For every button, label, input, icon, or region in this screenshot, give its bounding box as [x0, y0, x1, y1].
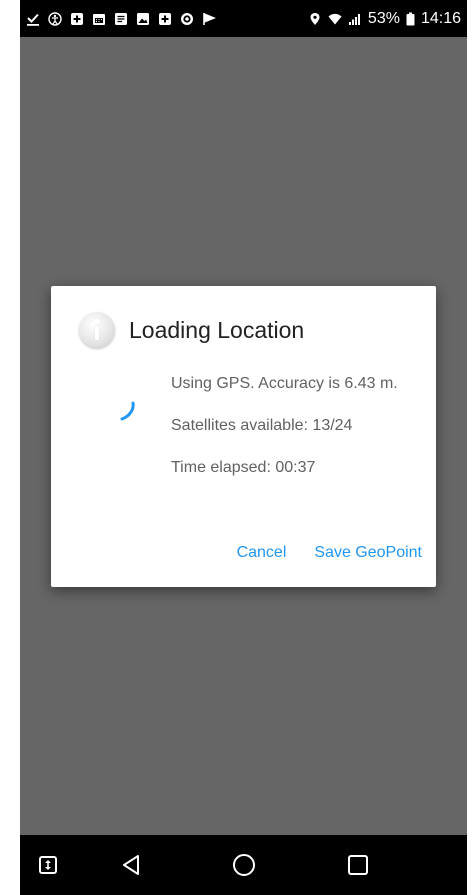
navigation-bar	[20, 835, 467, 895]
status-time: 14:16	[420, 9, 461, 27]
info-icon	[79, 312, 115, 348]
plus-box-icon	[158, 12, 172, 26]
info-icon-dot	[94, 319, 100, 324]
target-icon	[180, 12, 194, 26]
dialog-actions: Cancel Save GeoPoint	[223, 540, 436, 566]
home-icon[interactable]	[232, 853, 256, 877]
wifi-icon	[328, 12, 342, 26]
accuracy-text: Using GPS. Accuracy is 6.43 m.	[171, 375, 398, 392]
document-icon	[114, 12, 128, 26]
dialog-title: Loading Location	[129, 316, 305, 343]
status-bar: 53% 14:16	[20, 0, 467, 37]
calendar-icon	[92, 12, 106, 26]
info-icon-bar	[95, 326, 99, 340]
plus-box-icon	[70, 12, 84, 26]
dialog-header: Loading Location	[79, 312, 304, 348]
notification-icons	[26, 11, 216, 26]
image-icon	[136, 12, 150, 26]
accessibility-icon	[48, 11, 62, 26]
time-elapsed-text: Time elapsed: 00:37	[171, 459, 316, 476]
flag-icon	[202, 12, 216, 26]
progress-spinner-icon	[113, 398, 139, 424]
back-icon[interactable]	[119, 853, 143, 877]
satellites-text: Satellites available: 13/24	[171, 417, 353, 434]
battery-icon	[406, 12, 415, 26]
signal-icon	[348, 12, 362, 26]
recents-icon[interactable]	[346, 853, 370, 877]
save-geopoint-button[interactable]: Save GeoPoint	[300, 540, 436, 566]
battery-percent: 53%	[367, 9, 400, 27]
loading-location-dialog: Loading Location Using GPS. Accuracy is …	[51, 286, 436, 587]
dialog-message: Using GPS. Accuracy is 6.43 m. Satellite…	[171, 374, 421, 500]
phone-screen: 53% 14:16 Loading Location Using GPS. Ac…	[20, 0, 467, 895]
cancel-button[interactable]: Cancel	[223, 540, 301, 566]
location-pin-icon	[308, 12, 322, 26]
check-download-icon	[26, 12, 40, 26]
system-status: 53% 14:16	[308, 10, 461, 28]
expand-icon[interactable]	[36, 853, 60, 877]
